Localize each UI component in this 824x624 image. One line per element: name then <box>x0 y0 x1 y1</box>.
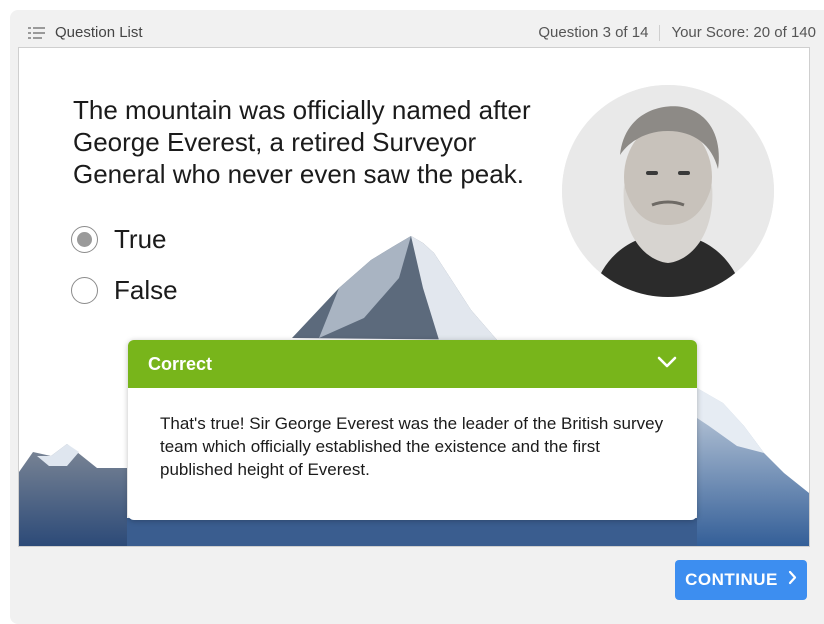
option-label: False <box>114 275 178 305</box>
option-label: True <box>114 224 167 254</box>
question-counter: Question 3 of 14 <box>538 24 649 41</box>
chevron-right-icon <box>788 570 797 590</box>
radio-selected-dot <box>77 232 92 247</box>
quiz-progress: Question 3 of 14 Your Score: 20 of 140 <box>538 24 816 41</box>
feedback-panel: Correct That's true! Sir George Everest … <box>128 340 697 520</box>
divider <box>659 24 661 41</box>
question-text: The mountain was officially named after … <box>73 95 531 189</box>
option-false[interactable]: False <box>71 275 178 306</box>
question-list-label: Question List <box>55 24 143 41</box>
feedback-header[interactable]: Correct <box>128 340 697 388</box>
question-card: The mountain was officially named after … <box>18 47 810 547</box>
continue-label: CONTINUE <box>685 570 778 589</box>
list-icon <box>28 26 45 39</box>
radio-false[interactable] <box>71 277 98 304</box>
continue-button[interactable]: CONTINUE <box>675 560 807 600</box>
question-list-button[interactable]: Question List <box>28 24 143 41</box>
feedback-title: Correct <box>148 353 213 374</box>
george-everest-portrait <box>562 85 774 297</box>
option-true[interactable]: True <box>71 224 167 255</box>
radio-true[interactable] <box>71 226 98 253</box>
chevron-down-icon[interactable] <box>657 355 677 373</box>
score-display: Your Score: 20 of 140 <box>671 24 816 41</box>
feedback-text: That's true! Sir George Everest was the … <box>160 414 664 479</box>
